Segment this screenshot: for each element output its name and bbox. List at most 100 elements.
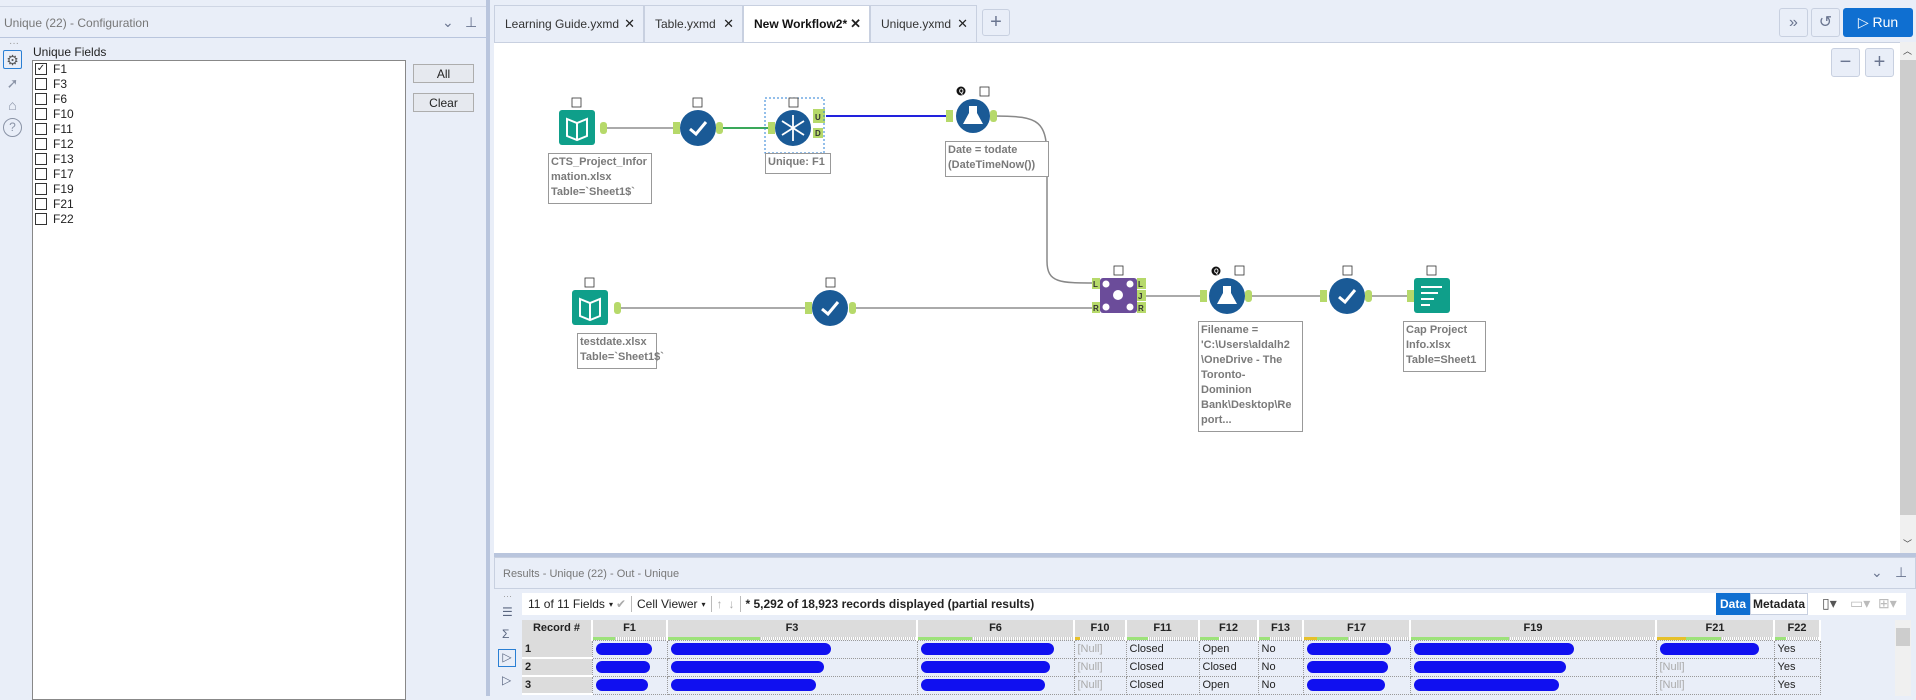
table-cell[interactable] [666, 657, 918, 677]
record-number[interactable]: 3 [522, 676, 592, 695]
column-header-f12[interactable]: F12 [1199, 620, 1259, 640]
select-all-button[interactable]: All [413, 64, 474, 83]
table-cell[interactable]: [Null] [1073, 657, 1127, 677]
add-tab-button[interactable]: + [982, 9, 1010, 36]
column-header-f17[interactable]: F17 [1303, 620, 1411, 640]
table-cell[interactable] [916, 675, 1075, 695]
record-number[interactable]: 1 [522, 640, 592, 659]
table-cell[interactable]: Closed [1198, 657, 1259, 677]
gear-icon[interactable]: ⚙ [3, 50, 22, 69]
column-header-f3[interactable]: F3 [667, 620, 918, 640]
tab-new-workflow2[interactable]: New Workflow2* ✕ [743, 5, 870, 43]
table-cell[interactable] [1302, 639, 1411, 659]
scroll-thumb[interactable] [1900, 60, 1916, 515]
table-cell[interactable]: No [1257, 639, 1304, 659]
column-header-f22[interactable]: F22 [1774, 620, 1821, 640]
dropdown-icon[interactable]: ▾ [609, 600, 613, 609]
field-item-f6[interactable]: F6 [33, 91, 405, 106]
table-cell[interactable] [1302, 675, 1411, 695]
close-icon[interactable]: ✕ [957, 16, 968, 32]
dropdown-icon[interactable]: ▾ [701, 600, 705, 609]
zoom-out-button[interactable]: − [1831, 48, 1860, 77]
metadata-tab[interactable]: Metadata [1750, 593, 1808, 615]
record-icon[interactable]: ▷ [498, 649, 516, 667]
save-icon[interactable]: ▭▾ [1850, 595, 1870, 612]
column-header-f13[interactable]: F13 [1258, 620, 1304, 640]
pin-icon[interactable]: ⊥ [465, 14, 477, 31]
table-cell[interactable]: No [1257, 657, 1304, 677]
close-icon[interactable]: ✕ [624, 16, 635, 32]
tab-table[interactable]: Table.yxmd ✕ [644, 5, 743, 43]
table-cell[interactable]: Closed [1125, 657, 1200, 677]
table-row[interactable]: 3 [Null] Closed Open No [Null] Yes [522, 675, 1821, 695]
table-cell[interactable] [1409, 657, 1657, 677]
arrow-up-icon[interactable]: ↑ [717, 597, 723, 611]
column-header-f6[interactable]: F6 [917, 620, 1075, 640]
table-cell[interactable] [916, 639, 1075, 659]
summarize-icon[interactable]: Σ [502, 627, 509, 641]
table-cell[interactable]: Closed [1125, 639, 1200, 659]
expand-toolbar-button[interactable]: » [1779, 8, 1808, 37]
data-tab[interactable]: Data [1716, 593, 1750, 615]
chevron-down-icon[interactable]: ⌄ [1871, 564, 1883, 581]
tab-unique[interactable]: Unique.yxmd ✕ [870, 5, 977, 43]
table-cell[interactable] [591, 675, 668, 695]
table-cell[interactable] [591, 639, 668, 659]
record-number[interactable]: 2 [522, 658, 592, 677]
field-item-f1[interactable]: ✓ F1 [33, 61, 405, 76]
table-cell[interactable] [666, 639, 918, 659]
checkbox[interactable] [35, 152, 47, 165]
table-cell[interactable]: Open [1198, 639, 1259, 659]
table-cell[interactable] [1302, 657, 1411, 677]
field-item-f17[interactable]: F17 [33, 166, 405, 181]
history-icon[interactable]: ↺ [1811, 8, 1840, 37]
table-cell[interactable]: [Null] [1655, 675, 1775, 695]
table-cell[interactable]: Open [1198, 675, 1259, 695]
column-header-record-[interactable]: Record # [522, 620, 593, 640]
close-icon[interactable]: ✕ [850, 16, 861, 32]
tab-learning-guide[interactable]: Learning Guide.yxmd ✕ [494, 5, 644, 43]
checkbox[interactable] [35, 122, 47, 135]
run-button[interactable]: ▷ Run [1843, 8, 1913, 37]
field-item-f21[interactable]: F21 [33, 196, 405, 211]
field-item-f10[interactable]: F10 [33, 106, 405, 121]
table-cell[interactable] [1409, 639, 1657, 659]
field-item-f3[interactable]: F3 [33, 76, 405, 91]
record-icon[interactable]: ▷ [502, 673, 511, 687]
checkbox[interactable] [35, 167, 47, 180]
table-cell[interactable]: No [1257, 675, 1304, 695]
canvas-scrollbar[interactable]: ︿ ﹀ [1900, 42, 1916, 553]
zoom-in-button[interactable]: + [1865, 48, 1894, 77]
column-header-f19[interactable]: F19 [1410, 620, 1657, 640]
table-scrollbar[interactable] [1895, 620, 1911, 696]
checkbox[interactable] [35, 77, 47, 90]
table-cell[interactable] [1409, 675, 1657, 695]
table-cell[interactable] [591, 657, 668, 677]
add-column-icon[interactable]: ⊞▾ [1878, 595, 1897, 612]
checkbox[interactable] [35, 92, 47, 105]
cell-viewer-dropdown[interactable]: Cell Viewer [637, 597, 697, 611]
close-icon[interactable]: ✕ [723, 16, 734, 32]
scroll-up-icon[interactable]: ︿ [1903, 44, 1912, 57]
field-item-f12[interactable]: F12 [33, 136, 405, 151]
checkbox[interactable]: ✓ [35, 62, 47, 75]
field-item-f11[interactable]: F11 [33, 121, 405, 136]
chevron-down-icon[interactable]: ⌄ [442, 14, 454, 31]
pin-icon[interactable]: ⊥ [1895, 564, 1907, 581]
checkbox[interactable] [35, 182, 47, 195]
table-cell[interactable]: [Null] [1073, 639, 1127, 659]
column-header-f21[interactable]: F21 [1656, 620, 1775, 640]
table-cell[interactable] [666, 675, 918, 695]
table-row[interactable]: 1 [Null] Closed Open No Yes [522, 639, 1821, 659]
table-view-icon[interactable]: ☰ [502, 605, 513, 619]
table-cell[interactable]: Yes [1773, 657, 1821, 677]
clipboard-icon[interactable]: ▯▾ [1822, 595, 1837, 612]
checkbox[interactable] [35, 107, 47, 120]
checkbox[interactable] [35, 212, 47, 225]
field-item-f13[interactable]: F13 [33, 151, 405, 166]
workflow-canvas[interactable]: U D L R L J R Q Q CTS_Project_Infor mati… [494, 42, 1900, 553]
field-item-f19[interactable]: F19 [33, 181, 405, 196]
connection-icon[interactable]: ➚ [3, 74, 22, 93]
fields-selector[interactable]: 11 of 11 Fields [528, 597, 605, 611]
tag-icon[interactable]: ⌂ [3, 96, 22, 115]
